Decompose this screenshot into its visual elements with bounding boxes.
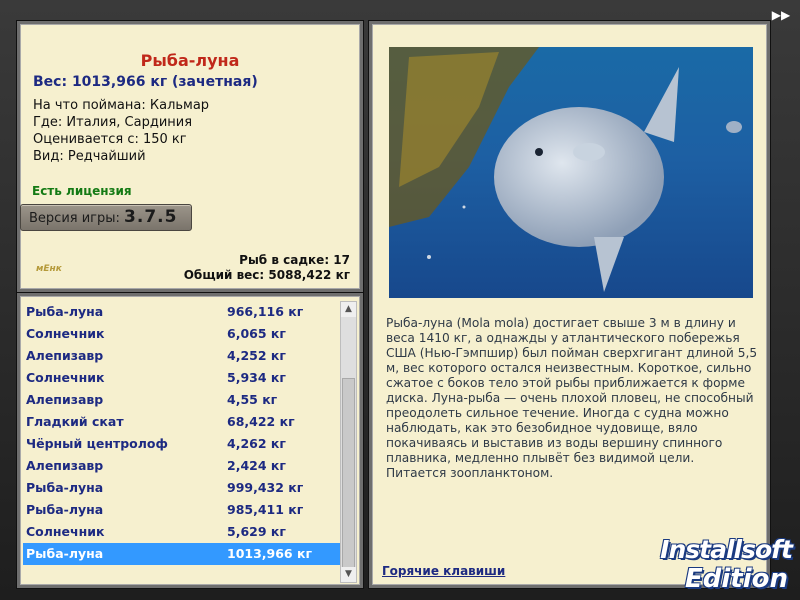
fast-forward-icon[interactable]: ▶▶ (770, 8, 792, 22)
list-item[interactable]: Рыба-луна 1013,966 кг (23, 543, 341, 565)
fish-weight-cell: 5,629 кг (227, 524, 286, 539)
list-item[interactable]: Рыба-луна 999,432 кг (23, 477, 341, 499)
list-item[interactable]: Рыба-луна 966,116 кг (23, 301, 341, 323)
fish-weight-cell: 6,065 кг (227, 326, 286, 341)
fish-weight-cell: 4,252 кг (227, 348, 286, 363)
rarity-info: Вид: Редчайший (33, 149, 146, 164)
fish-title: Рыба-луна (140, 51, 240, 70)
fish-name: Алепизавр (26, 348, 104, 363)
chevron-up-icon[interactable]: ▲ (341, 302, 356, 317)
fish-weight-cell: 68,422 кг (227, 414, 295, 429)
catch-list-panel: Рыба-луна 966,116 кг Солнечник 6,065 кг Алеп… (17, 293, 363, 588)
list-item[interactable]: Алепизавр 4,55 кг (23, 389, 341, 411)
list-item[interactable]: Солнечник 5,934 кг (23, 367, 341, 389)
fish-name: Гладкий скат (26, 414, 124, 429)
keepnet-total-weight: Общий вес: 5088,422 кг (183, 268, 350, 282)
small-logo: мЕнк (36, 264, 62, 274)
version-number: 3.7.5 (124, 207, 178, 227)
catch-list[interactable]: Рыба-луна 966,116 кг Солнечник 6,065 кг Алеп… (23, 301, 341, 565)
fish-photo (389, 47, 753, 298)
installsoft-edition-logo: Installsoft Edition (640, 520, 798, 598)
brand-line-2: Edition (685, 564, 788, 594)
catch-info-panel: Рыба-луна Вес: 1013,966 кг (зачетная) На… (17, 21, 363, 292)
fish-weight-cell: 966,116 кг (227, 304, 304, 319)
version-label: Версия игры: (29, 211, 120, 226)
list-item[interactable]: Алепизавр 2,424 кг (23, 455, 341, 477)
fish-description-panel: Рыба-луна (Mola mola) достигает свыше 3 … (369, 21, 770, 588)
location-info: Где: Италия, Сардиния (33, 115, 193, 130)
hotkeys-link[interactable]: Горячие клавиши (382, 564, 505, 578)
value-info: Оценивается с: 150 кг (33, 132, 187, 147)
fish-weight: Вес: 1013,966 кг (зачетная) (33, 74, 258, 90)
fish-weight-cell: 999,432 кг (227, 480, 304, 495)
fish-name: Солнечник (26, 370, 105, 385)
keepnet-summary: Рыб в садке: 17 Общий вес: 5088,422 кг (184, 253, 350, 283)
fish-weight-cell: 2,424 кг (227, 458, 286, 473)
brand-line-1: Installsoft (660, 535, 793, 564)
fish-weight-cell: 4,262 кг (227, 436, 286, 451)
list-item[interactable]: Солнечник 5,629 кг (23, 521, 341, 543)
fish-weight-cell: 1013,966 кг (227, 546, 312, 561)
fish-name: Алепизавр (26, 458, 104, 473)
list-item[interactable]: Чёрный центролоф 4,262 кг (23, 433, 341, 455)
list-scrollbar[interactable]: ▲ ▼ (340, 301, 357, 583)
fish-name: Рыба-луна (26, 480, 104, 495)
list-item[interactable]: Гладкий скат 68,422 кг (23, 411, 341, 433)
fish-name: Рыба-луна (26, 546, 104, 561)
fish-name: Рыба-луна (26, 502, 104, 517)
fish-weight-cell: 985,411 кг (227, 502, 304, 517)
fish-name: Солнечник (26, 524, 105, 539)
fish-weight-cell: 5,934 кг (227, 370, 286, 385)
license-status: Есть лицензия (32, 184, 132, 198)
scrollbar-thumb[interactable] (342, 378, 355, 568)
game-window: ▶▶ Рыба-луна Вес: 1013,966 кг (зачетная)… (0, 0, 800, 600)
list-item[interactable]: Рыба-луна 985,411 кг (23, 499, 341, 521)
fish-description: Рыба-луна (Mola mola) достигает свыше 3 … (386, 316, 758, 480)
sunfish-illustration (389, 47, 742, 292)
version-badge: Версия игры: 3.7.5 (20, 204, 192, 231)
list-item[interactable]: Солнечник 6,065 кг (23, 323, 341, 345)
bait-info: На что поймана: Кальмар (33, 98, 210, 113)
fish-name: Алепизавр (26, 392, 104, 407)
list-item[interactable]: Алепизавр 4,252 кг (23, 345, 341, 367)
keepnet-count: Рыб в садке: 17 (239, 253, 350, 267)
fish-name: Солнечник (26, 326, 105, 341)
fish-name: Рыба-луна (26, 304, 104, 319)
fish-weight-cell: 4,55 кг (227, 392, 278, 407)
chevron-down-icon[interactable]: ▼ (341, 567, 356, 582)
fish-name: Чёрный центролоф (26, 436, 168, 451)
